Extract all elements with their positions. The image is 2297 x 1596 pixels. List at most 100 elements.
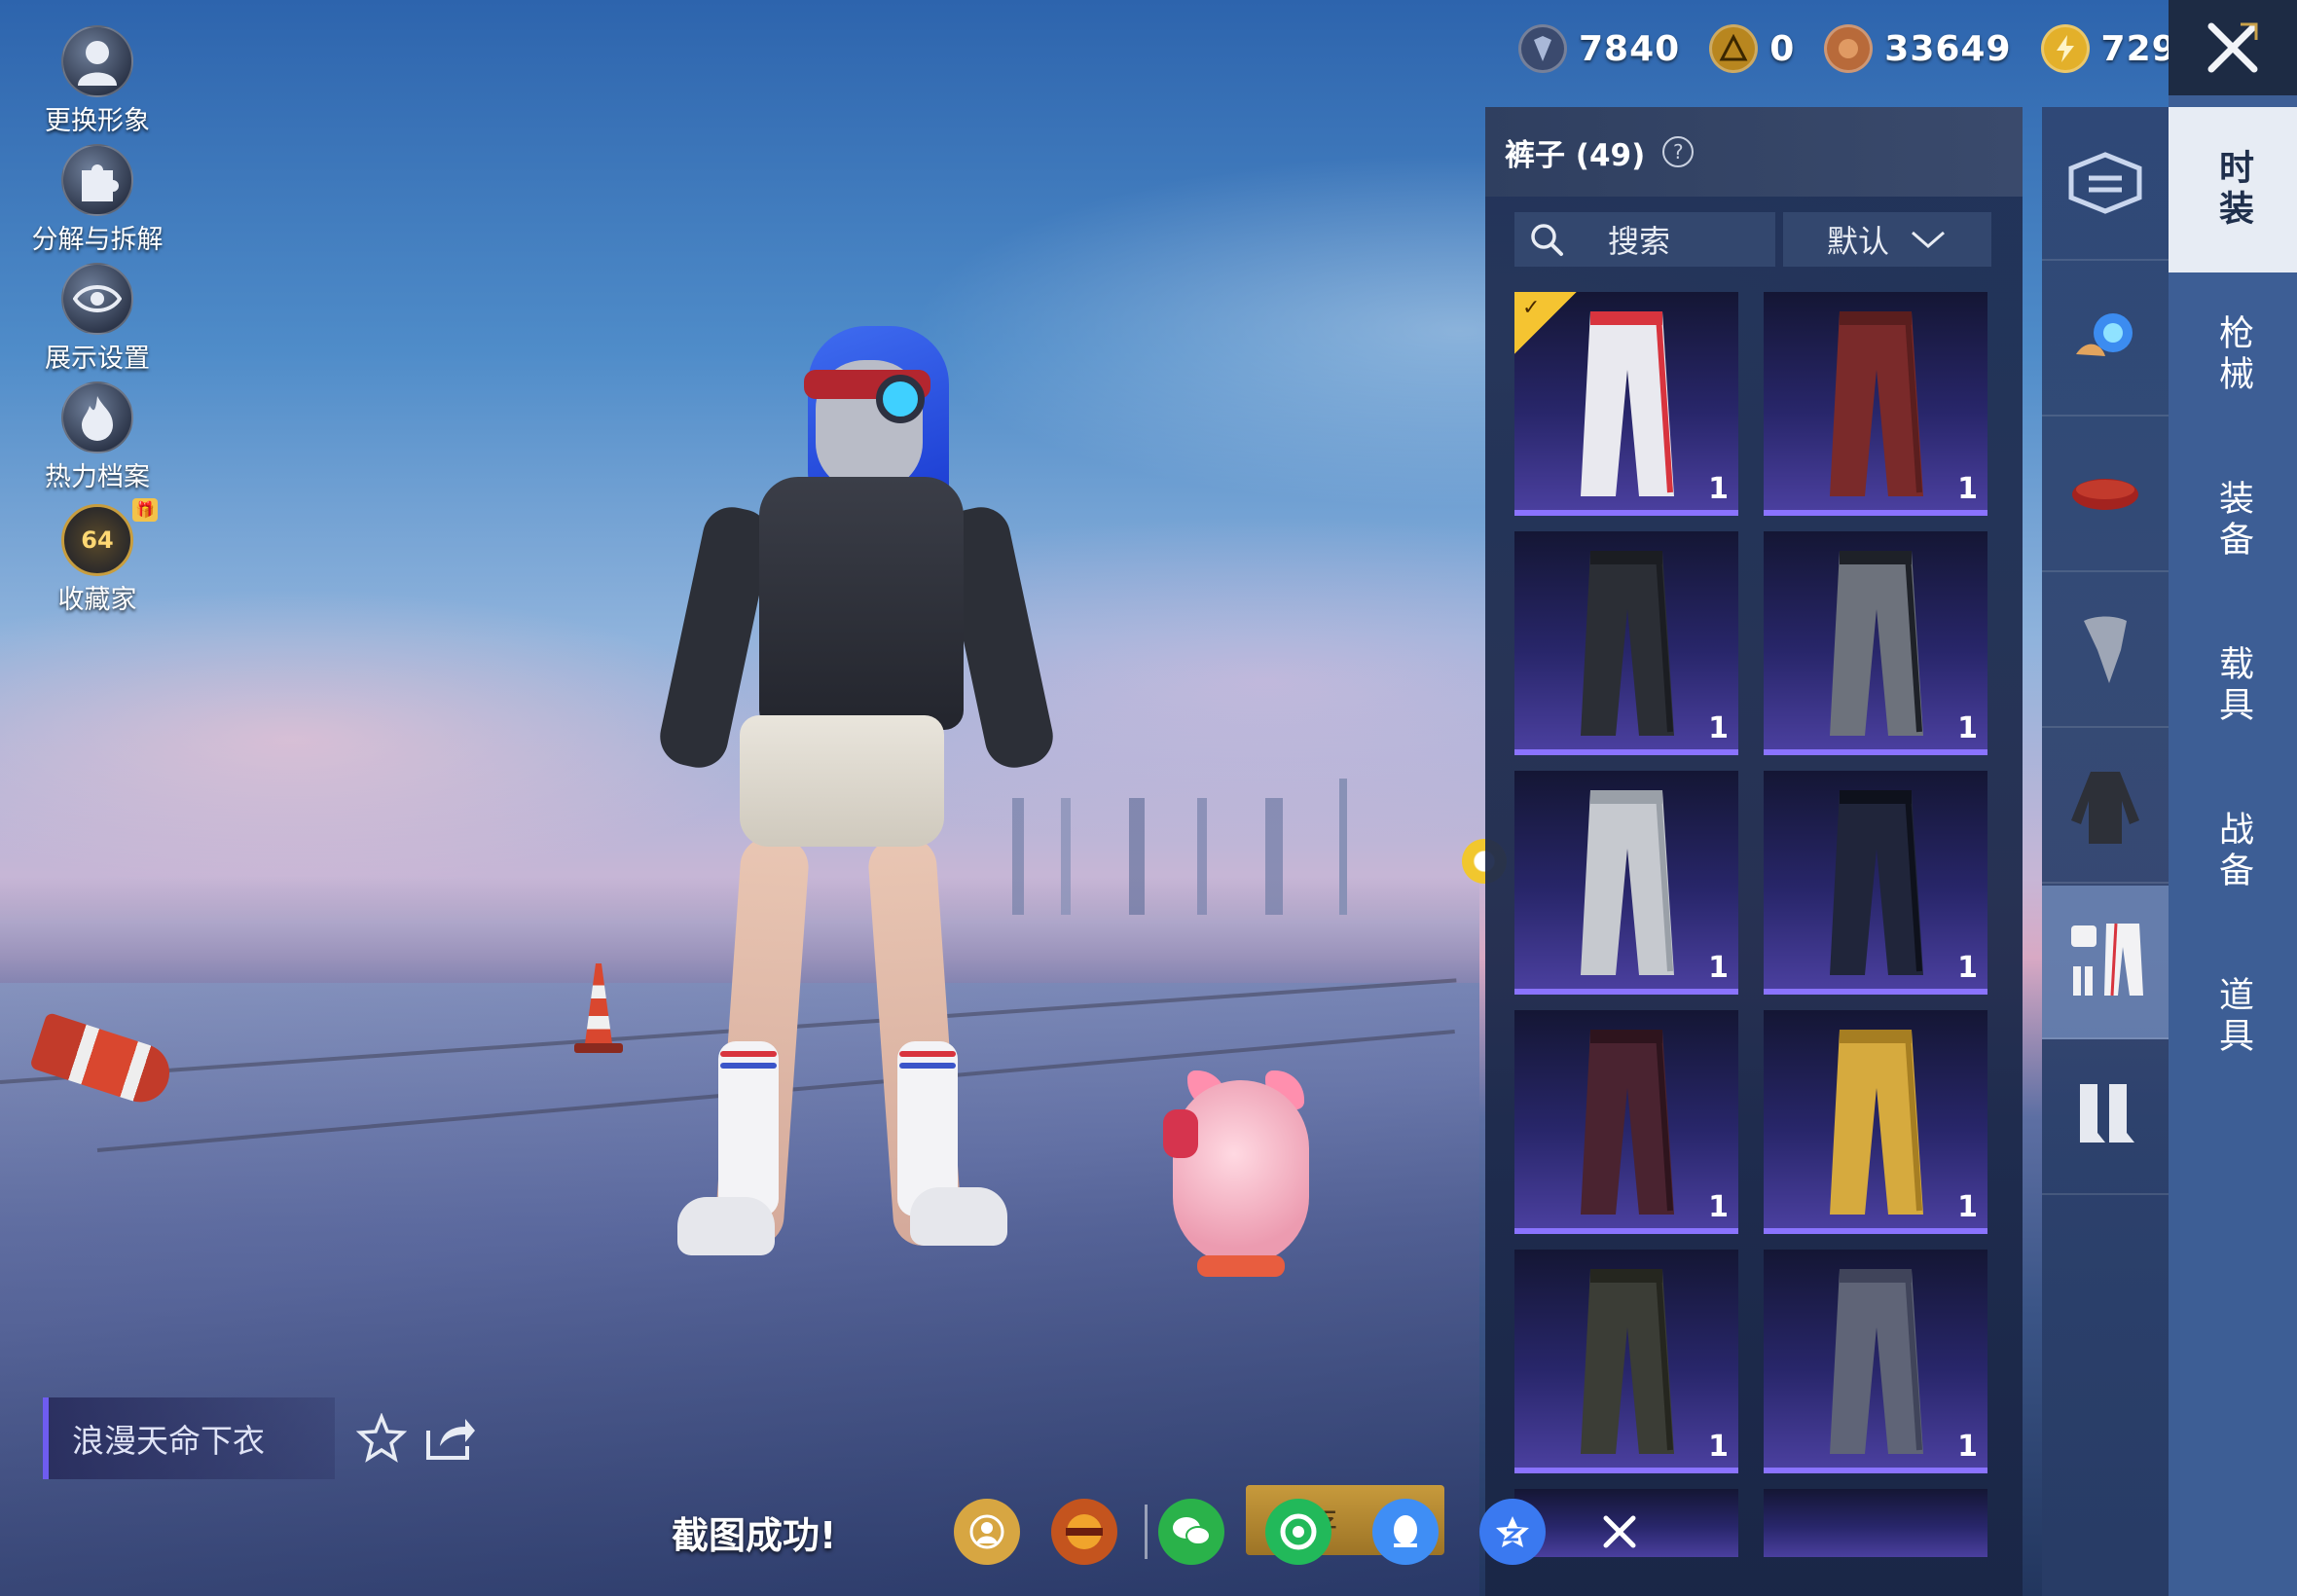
collector-button[interactable]: 🎁 64 收藏家	[19, 498, 175, 616]
pants-icon	[1581, 790, 1674, 975]
traffic-cone-base	[574, 1043, 623, 1053]
tab-battle-prep[interactable]: 战备	[2169, 769, 2297, 934]
inventory-item-grey-track-pants[interactable]: 1	[1764, 531, 1987, 755]
flame-icon	[61, 381, 133, 453]
item-count: 1	[1708, 1190, 1729, 1224]
sock-stripe	[720, 1051, 777, 1057]
socks-icon	[2080, 1084, 2134, 1143]
inventory-item-maroon-pants[interactable]: 1	[1514, 1010, 1738, 1234]
sort-label: 默认	[1826, 223, 1889, 260]
category-belt[interactable]	[2042, 418, 2169, 572]
selected-outfit-name: 浪漫天命下衣	[43, 1397, 335, 1479]
eye-icon	[61, 263, 133, 335]
panel-header: 裤子 (49) ?	[1485, 107, 2023, 197]
qq-share-icon[interactable]	[1372, 1499, 1439, 1565]
decompose-button[interactable]: 分解与拆解	[19, 144, 175, 256]
inventory-item-black-cargo-pants[interactable]: 1	[1514, 531, 1738, 755]
item-count: 1	[1957, 1430, 1978, 1464]
gold-badge-icon	[1709, 24, 1759, 73]
category-socks[interactable]	[2042, 1041, 2169, 1195]
item-count: 1	[1708, 951, 1729, 985]
wechat-share-icon[interactable]	[1158, 1499, 1224, 1565]
tab-fashion[interactable]: 时装	[2169, 107, 2297, 272]
mask-icon	[2084, 616, 2127, 683]
tab-vehicles[interactable]: 载具	[2169, 603, 2297, 769]
item-count: 1	[1957, 1190, 1978, 1224]
inventory-item-navy-track-pants[interactable]: 1	[1764, 771, 1987, 995]
moments-share-icon[interactable]	[1265, 1499, 1331, 1565]
sock-stripe	[720, 1063, 777, 1069]
item-count: 1	[1708, 711, 1729, 745]
pants-icon	[1581, 1030, 1674, 1215]
inventory-item-partial-item-2[interactable]	[1764, 1489, 1987, 1557]
close-share-icon[interactable]	[1586, 1499, 1653, 1565]
inventory-item-yellow-joggers[interactable]: 1	[1764, 1010, 1987, 1234]
currency-value: 0	[1769, 28, 1796, 69]
jacket-icon	[2071, 772, 2139, 844]
left-menu-label: 更换形象	[45, 106, 150, 136]
search-label: 搜索	[1608, 223, 1671, 260]
inventory-item-white-shorts-and-tracksuit-set[interactable]: ✓ 1	[1514, 292, 1738, 516]
favorite-star-icon[interactable]	[356, 1413, 407, 1464]
collector-badge-icon: 64	[61, 504, 133, 576]
pet-body	[1173, 1080, 1309, 1265]
category-pants[interactable]	[2042, 886, 2169, 1039]
currency-ticket[interactable]: 7840	[1518, 24, 1680, 73]
sort-dropdown[interactable]: 默认	[1783, 212, 1991, 267]
currency-gold[interactable]: 0	[1709, 24, 1795, 73]
category-jacket[interactable]	[2042, 730, 2169, 884]
share-bar: 存	[954, 1485, 1694, 1567]
category-column	[2042, 107, 2169, 1596]
game-elite-share-icon[interactable]	[1051, 1499, 1117, 1565]
left-menu-label: 展示设置	[45, 344, 150, 374]
character-shoe-right	[910, 1187, 1007, 1246]
change-appearance-button[interactable]: 更换形象	[19, 25, 175, 137]
item-count: 1	[1957, 951, 1978, 985]
main-tab-column: 时装 枪械 装备 载具 战备 道具	[2169, 95, 2297, 1596]
inventory-item-olive-joggers[interactable]: 1	[1514, 1250, 1738, 1473]
character-shoe-left	[677, 1197, 775, 1255]
pants-icon	[1581, 551, 1674, 736]
pants-icon	[1581, 1269, 1674, 1454]
inventory-item-red-skirt-and-maroon-pants[interactable]: 1	[1764, 292, 1987, 516]
category-mask[interactable]	[2042, 574, 2169, 728]
pants-icon	[1830, 790, 1923, 975]
tab-props[interactable]: 道具	[2169, 934, 2297, 1100]
tab-equipment[interactable]: 装备	[2169, 438, 2297, 603]
sock-stripe	[899, 1051, 956, 1057]
inventory-item-denim-shorts[interactable]: 1	[1764, 1250, 1987, 1473]
item-count: 1	[1708, 1430, 1729, 1464]
help-icon[interactable]: ?	[1662, 136, 1695, 167]
share-icon[interactable]	[422, 1413, 477, 1464]
tab-firearms[interactable]: 枪械	[2169, 272, 2297, 438]
search-button[interactable]: 搜索	[1514, 212, 1775, 267]
left-menu-label: 收藏家	[57, 585, 137, 615]
currency-bronze[interactable]: 33649	[1824, 24, 2011, 73]
puzzle-icon	[61, 144, 133, 216]
left-menu-label: 分解与拆解	[31, 225, 164, 255]
gift-icon: 🎁	[132, 498, 158, 522]
outfit-shop-icon	[2068, 152, 2142, 214]
belt-icon	[2072, 479, 2138, 510]
contact-share-icon[interactable]	[954, 1499, 1020, 1565]
close-button[interactable]	[2169, 0, 2297, 95]
heat-archive-button[interactable]: 热力档案	[19, 381, 175, 493]
search-icon	[1531, 224, 1563, 256]
headwear-icon	[2076, 313, 2133, 356]
equipped-corner: ✓	[1514, 292, 1577, 354]
display-settings-button[interactable]: 展示设置	[19, 263, 175, 375]
sock-stripe	[899, 1063, 956, 1069]
inventory-item-light-grey-pants[interactable]: 1	[1514, 771, 1738, 995]
pants-icon	[1830, 1030, 1923, 1215]
item-count: 1	[1957, 472, 1978, 506]
qzone-share-icon[interactable]	[1479, 1499, 1546, 1565]
category-headwear[interactable]	[2042, 263, 2169, 417]
checkmark-icon: ✓	[1522, 296, 1541, 320]
item-count: 1	[1957, 711, 1978, 745]
category-outfit-shop[interactable]	[2042, 107, 2169, 261]
screenshot-success-message: 截图成功!	[672, 1514, 837, 1557]
share-divider	[1145, 1505, 1148, 1559]
chevron-down-icon	[1912, 231, 1945, 248]
city-skyline	[973, 798, 1479, 915]
currency-value: 33649	[1884, 28, 2012, 69]
